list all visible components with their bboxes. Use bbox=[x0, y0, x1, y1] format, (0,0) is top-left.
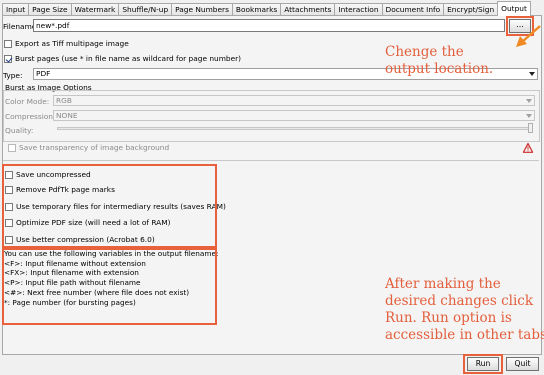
quit-button[interactable]: Quit bbox=[506, 357, 539, 371]
checkbox-box[interactable] bbox=[8, 143, 16, 152]
annotation-line: Run. Run option is bbox=[385, 310, 512, 326]
filename-input[interactable]: new*.pdf bbox=[33, 19, 505, 32]
burst-pages-checkbox[interactable]: Burst pages (use * in file name as wildc… bbox=[4, 54, 241, 63]
chevron-down-icon bbox=[526, 114, 532, 118]
type-value: PDF bbox=[36, 69, 51, 78]
highlight-options bbox=[2, 164, 217, 248]
color-mode-value: RGB bbox=[56, 96, 72, 105]
checkbox-box[interactable] bbox=[4, 39, 12, 48]
color-mode-label: Color Mode: bbox=[5, 97, 50, 106]
compression-value: NONE bbox=[56, 111, 78, 120]
quality-label: Quality: bbox=[5, 126, 34, 135]
transparency-checkbox[interactable]: Save transparency of image background bbox=[8, 143, 169, 152]
chevron-down-icon bbox=[529, 72, 535, 76]
quality-slider-thumb[interactable] bbox=[528, 123, 533, 133]
type-label: Type: bbox=[3, 71, 23, 80]
separator bbox=[3, 160, 539, 161]
highlight-run bbox=[463, 354, 503, 374]
checkbox-box-checked[interactable] bbox=[4, 54, 12, 63]
annotation-line: desired changes click bbox=[385, 293, 534, 309]
compression-label: Compression: bbox=[5, 112, 56, 121]
annotation-line: accessible in other tabs. bbox=[385, 327, 544, 343]
burst-pages-label: Burst pages (use * in file name as wildc… bbox=[15, 54, 242, 63]
quality-slider-track[interactable] bbox=[57, 127, 530, 130]
transparency-label: Save transparency of image background bbox=[19, 143, 170, 152]
export-tiff-label: Export as Tiff multipage image bbox=[15, 39, 129, 48]
tab-bar: Input Page Size Watermark Shuffle/N-up P… bbox=[2, 1, 531, 16]
annotation-run-note: After making the desired changes click R… bbox=[385, 276, 544, 344]
app-window: Input Page Size Watermark Shuffle/N-up P… bbox=[0, 0, 544, 375]
export-tiff-checkbox[interactable]: Export as Tiff multipage image bbox=[4, 39, 129, 48]
compression-select[interactable]: NONE bbox=[53, 110, 535, 121]
color-mode-select[interactable]: RGB bbox=[53, 95, 535, 106]
arrow-icon bbox=[516, 25, 541, 47]
annotation-line: After making the bbox=[385, 276, 501, 292]
highlight-variables bbox=[2, 248, 217, 325]
chevron-down-icon bbox=[526, 99, 532, 103]
annotation-output-location: Chenge the output location. bbox=[385, 44, 494, 77]
warning-icon bbox=[523, 143, 533, 153]
tab-output[interactable]: Output bbox=[497, 1, 531, 16]
